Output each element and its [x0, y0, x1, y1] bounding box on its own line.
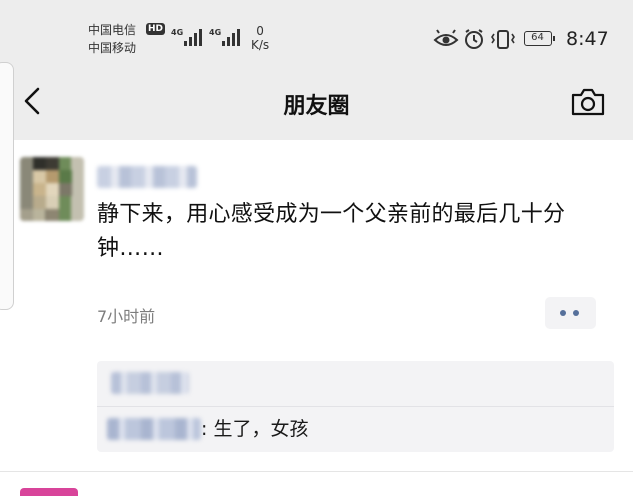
comments-box: : 生了，女孩	[97, 361, 614, 452]
carrier-label-2: 中国移动	[88, 41, 137, 55]
camera-icon	[571, 88, 605, 116]
avatar[interactable]	[20, 157, 84, 221]
nav-bar: 朋友圈	[0, 66, 633, 140]
page-title: 朋友圈	[283, 94, 350, 119]
comment-separator: :	[201, 418, 208, 440]
battery-icon: 64	[524, 31, 555, 46]
battery-level: 64	[531, 32, 544, 43]
comment-content: 生了，女孩	[213, 418, 309, 440]
signal-1-label: 4G	[171, 28, 183, 37]
next-post-avatar[interactable]	[20, 488, 78, 496]
status-bar: 中国电信 中国移动 HD 4G 4G 0 K/s 64 8:47	[0, 0, 633, 66]
net-speed-value: 0	[256, 24, 264, 38]
more-button[interactable]	[545, 297, 596, 329]
alarm-icon	[465, 29, 483, 49]
camera-button[interactable]	[570, 86, 606, 118]
author-name[interactable]	[97, 166, 197, 188]
comment-item[interactable]: : 生了，女孩	[97, 407, 614, 452]
net-speed-unit: K/s	[251, 38, 270, 52]
eye-icon	[433, 29, 459, 46]
signal-2-label: 4G	[209, 28, 221, 37]
post-time: 7小时前	[97, 307, 156, 326]
like-row	[97, 361, 614, 406]
like-names[interactable]	[111, 372, 189, 394]
commenter-name[interactable]	[107, 418, 201, 440]
signal-icon-2: 4G	[209, 28, 240, 46]
post-text: 静下来，用心感受成为一个父亲前的最后几十分钟……	[97, 202, 566, 261]
hd-badge: HD	[146, 23, 166, 35]
divider	[0, 471, 633, 472]
comment-text: : 生了，女孩	[201, 416, 308, 442]
clock: 8:47	[566, 28, 609, 50]
signal-icon-1: 4G	[171, 28, 202, 46]
vibrate-icon	[491, 30, 515, 49]
floating-edge-handle[interactable]	[0, 62, 14, 310]
carrier-label-1: 中国电信	[88, 23, 137, 37]
net-speed: 0 K/s	[251, 24, 269, 52]
